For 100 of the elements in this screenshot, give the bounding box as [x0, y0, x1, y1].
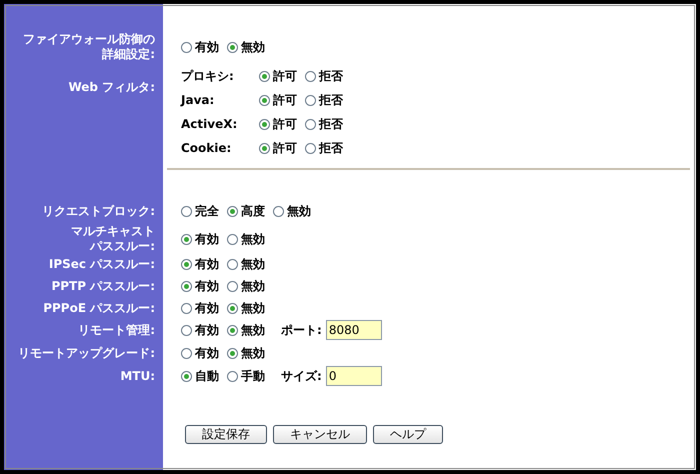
- radio-icon[interactable]: [259, 94, 270, 106]
- radio-icon[interactable]: [227, 42, 238, 52]
- radio-option[interactable]: 無効: [227, 38, 265, 56]
- field-label: ポート:: [281, 322, 322, 338]
- radio-option[interactable]: 許可: [259, 92, 297, 108]
- radio-icon[interactable]: [227, 370, 238, 382]
- radio-option[interactable]: 拒否: [305, 68, 343, 84]
- field-label: サイズ:: [281, 368, 322, 384]
- setting-label: MTU:: [120, 368, 155, 384]
- option-label: 無効: [241, 344, 265, 362]
- form-button[interactable]: キャンセル: [273, 425, 367, 444]
- radio-option[interactable]: 完全: [181, 202, 219, 220]
- radio-icon[interactable]: [181, 348, 192, 358]
- option-label: 有効: [195, 230, 219, 248]
- option-label: 自動: [195, 368, 219, 384]
- setting-label: ファイアウォール防御の詳細設定:: [22, 32, 155, 62]
- radio-option[interactable]: 有効: [181, 322, 219, 338]
- radio-option[interactable]: 無効: [227, 278, 265, 294]
- radio-option[interactable]: 無効: [227, 344, 265, 362]
- radio-option[interactable]: 無効: [227, 230, 265, 248]
- form-button[interactable]: 設定保存: [185, 425, 267, 444]
- setting-label: マルチキャストパススルー:: [70, 224, 155, 254]
- filter-label: Java:: [181, 93, 216, 107]
- radio-icon[interactable]: [305, 70, 316, 82]
- radio-icon[interactable]: [305, 94, 316, 106]
- form-button[interactable]: ヘルプ: [373, 425, 443, 444]
- option-label: 拒否: [319, 140, 343, 156]
- radio-icon[interactable]: [181, 302, 192, 314]
- radio-option[interactable]: 有効: [181, 344, 219, 362]
- radio-option[interactable]: 拒否: [305, 92, 343, 108]
- option-label: 有効: [195, 278, 219, 294]
- radio-option[interactable]: 無効: [227, 256, 265, 272]
- option-label: 許可: [273, 68, 297, 84]
- option-label: 有効: [195, 322, 219, 338]
- option-label: 有効: [195, 38, 219, 56]
- input-field[interactable]: 8080: [326, 320, 382, 340]
- radio-icon[interactable]: [305, 142, 316, 154]
- radio-icon[interactable]: [181, 324, 192, 336]
- filter-label: プロキシ:: [181, 68, 235, 84]
- option-label: 拒否: [319, 116, 343, 132]
- option-label: 無効: [241, 300, 265, 316]
- radio-icon[interactable]: [227, 324, 238, 336]
- setting-label: リモートアップグレード:: [18, 346, 155, 360]
- radio-option[interactable]: 許可: [259, 140, 297, 156]
- radio-icon[interactable]: [181, 234, 192, 244]
- radio-option[interactable]: 有効: [181, 38, 219, 56]
- option-label: 無効: [287, 202, 311, 220]
- setting-label: IPSec パススルー:: [48, 256, 155, 272]
- radio-option[interactable]: 有効: [181, 300, 219, 316]
- radio-icon[interactable]: [259, 118, 270, 130]
- option-label: 有効: [195, 300, 219, 316]
- option-label: 有効: [195, 344, 219, 362]
- radio-icon[interactable]: [259, 70, 270, 82]
- setting-label: リクエストブロック:: [42, 204, 155, 218]
- radio-icon[interactable]: [227, 348, 238, 358]
- radio-icon[interactable]: [181, 370, 192, 382]
- radio-option[interactable]: 高度: [227, 202, 265, 220]
- radio-icon[interactable]: [259, 142, 270, 154]
- radio-option[interactable]: 拒否: [305, 140, 343, 156]
- radio-option[interactable]: 拒否: [305, 116, 343, 132]
- option-label: 拒否: [319, 68, 343, 84]
- radio-icon[interactable]: [227, 206, 238, 216]
- option-label: 無効: [241, 38, 265, 56]
- radio-icon[interactable]: [227, 280, 238, 292]
- radio-option[interactable]: 自動: [181, 368, 219, 384]
- radio-option[interactable]: 無効: [227, 300, 265, 316]
- option-label: 無効: [241, 256, 265, 272]
- radio-option[interactable]: 有効: [181, 278, 219, 294]
- radio-icon[interactable]: [227, 258, 238, 270]
- option-label: 許可: [273, 92, 297, 108]
- setting-label: PPPoE パススルー:: [43, 300, 155, 316]
- radio-option[interactable]: 有効: [181, 230, 219, 248]
- option-label: 無効: [241, 322, 265, 338]
- option-label: 無効: [241, 278, 265, 294]
- setting-label: PPTP パススルー:: [51, 278, 155, 294]
- radio-option[interactable]: 有効: [181, 256, 219, 272]
- radio-icon[interactable]: [227, 234, 238, 244]
- option-label: 有効: [195, 256, 219, 272]
- radio-option[interactable]: 無効: [227, 322, 265, 338]
- radio-option[interactable]: 無効: [273, 202, 311, 220]
- radio-icon[interactable]: [181, 280, 192, 292]
- radio-icon[interactable]: [227, 302, 238, 314]
- radio-option[interactable]: 許可: [259, 116, 297, 132]
- filter-label: Cookie:: [181, 141, 232, 155]
- setting-label: リモート管理:: [78, 322, 155, 338]
- option-label: 完全: [195, 202, 219, 220]
- radio-option[interactable]: 許可: [259, 68, 297, 84]
- option-label: 無効: [241, 230, 265, 248]
- input-field[interactable]: 0: [326, 366, 382, 386]
- radio-icon[interactable]: [273, 206, 284, 216]
- radio-icon[interactable]: [181, 258, 192, 270]
- option-label: 拒否: [319, 92, 343, 108]
- option-label: 許可: [273, 140, 297, 156]
- radio-option[interactable]: 手動: [227, 368, 265, 384]
- radio-icon[interactable]: [305, 118, 316, 130]
- setting-label: Web フィルタ:: [68, 80, 155, 95]
- option-label: 手動: [241, 368, 265, 384]
- option-label: 高度: [241, 202, 265, 220]
- radio-icon[interactable]: [181, 206, 192, 216]
- radio-icon[interactable]: [181, 42, 192, 52]
